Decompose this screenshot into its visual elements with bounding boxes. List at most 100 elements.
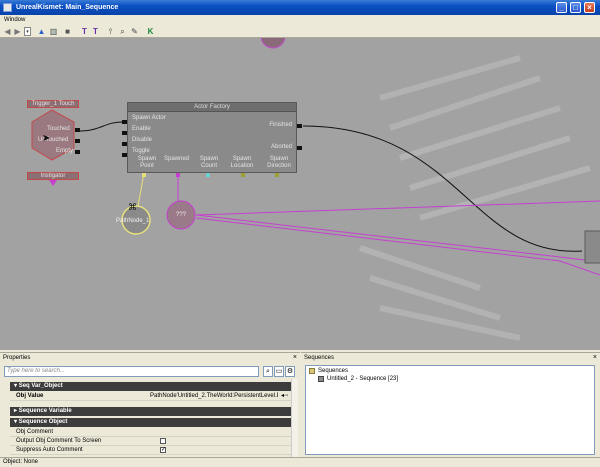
- window-title-bar: UnrealKismet: Main_Sequence _ □ ×: [0, 0, 600, 15]
- sequence-icon: [318, 376, 324, 382]
- sequence-folder-icon: [309, 368, 315, 374]
- obj-comment-row[interactable]: Obj Comment: [10, 428, 291, 437]
- var-spawn-direction: Spawn Direction: [267, 156, 291, 169]
- instigator-pin-icon[interactable]: [49, 180, 57, 186]
- maximize-button[interactable]: □: [570, 2, 581, 13]
- screenshot-icon[interactable]: ■: [63, 27, 72, 36]
- toolbar: ◀ ▶ ▾ ▲ ▥ ■ T T ⫯ ⌕ ✎ K: [0, 25, 600, 38]
- unknown-var-label: ???: [176, 212, 187, 218]
- forward-arrow-icon[interactable]: ▶: [13, 27, 22, 36]
- suppress-comment-checkbox[interactable]: ✓: [160, 447, 166, 453]
- trigger-touched-label: Touched: [47, 126, 70, 132]
- link-spawn-point: [137, 172, 145, 207]
- input-toggle: Toggle: [132, 148, 150, 154]
- search-go-icon[interactable]: ⌕: [263, 366, 273, 377]
- zoom-icon[interactable]: ✎: [130, 27, 139, 36]
- obj-value-buttons-icon[interactable]: ◂◦▫: [281, 392, 288, 400]
- menu-window[interactable]: Window: [4, 17, 25, 23]
- spawn-location-pin[interactable]: [241, 173, 245, 177]
- obj-value-row[interactable]: Obj Value PathNode'Untitled_2.TheWorld:P…: [10, 392, 291, 401]
- graph-links: [31, 38, 600, 341]
- spawn-actor-pin[interactable]: [122, 120, 127, 124]
- spawn-count-pin[interactable]: [206, 173, 210, 177]
- offscreen-node: [260, 38, 286, 49]
- properties-scrollbar[interactable]: [291, 379, 298, 457]
- sequences-title: Sequences: [304, 355, 335, 361]
- pathnode-icon: ⌘: [128, 202, 137, 212]
- back-arrow-icon[interactable]: ◀: [3, 27, 12, 36]
- sequence-root-label: Sequences: [318, 368, 349, 374]
- actor-factory-title: Actor Factory: [128, 103, 296, 112]
- touched-pin[interactable]: [75, 128, 80, 132]
- empty-pin[interactable]: [75, 150, 80, 154]
- obj-value-field[interactable]: PathNode'Untitled_2.TheWorld:PersistentL…: [150, 392, 278, 400]
- menu-bar: Window: [0, 15, 600, 25]
- sequence-root[interactable]: Sequences: [309, 367, 591, 375]
- sequence-item[interactable]: Untitled_2 - Sequence [23]: [318, 375, 591, 383]
- trigger-empty-label: Empty: [56, 148, 74, 154]
- output-comment-checkbox[interactable]: [160, 438, 166, 444]
- input-enable: Enable: [132, 126, 151, 132]
- finished-pin[interactable]: [297, 124, 302, 128]
- suppress-comment-label: Suppress Auto Comment: [16, 447, 83, 453]
- offscreen-right-node: [584, 230, 600, 264]
- properties-panel: Properties × Type here to search... ⌕ ▭ …: [0, 352, 300, 457]
- properties-search-input[interactable]: Type here to search...: [4, 366, 259, 377]
- link-touched: [79, 121, 123, 132]
- link-purple-1: [195, 200, 600, 216]
- sequence-tree: Sequences Untitled_2 - Sequence [23]: [305, 365, 595, 455]
- obj-comment-label: Obj Comment: [16, 429, 54, 435]
- app-icon: [3, 3, 12, 12]
- untouched-pin[interactable]: [75, 139, 80, 143]
- search-options-icon[interactable]: ⚙: [285, 366, 295, 377]
- pathnode-label: PathNode_1: [116, 218, 150, 224]
- properties-close-icon[interactable]: ×: [293, 353, 297, 363]
- var-spawned: Spawned: [164, 156, 190, 162]
- output-aborted: Aborted: [270, 144, 292, 150]
- status-text: Object: None: [3, 459, 39, 465]
- enable-pin[interactable]: [122, 131, 127, 135]
- spawned-pin[interactable]: [176, 173, 180, 177]
- search-icon[interactable]: ⌕: [118, 27, 127, 36]
- window-title: UnrealKismet: Main_Sequence: [16, 4, 119, 11]
- sequences-header: Sequences ×: [301, 353, 600, 363]
- category-sequence-object[interactable]: ▾ Sequence Object: [10, 418, 291, 427]
- actor-factory-node[interactable]: Actor Factory Spawn Actor Enable Disable…: [127, 102, 297, 173]
- text-tool-icon[interactable]: T: [80, 27, 89, 36]
- properties-title: Properties: [3, 355, 31, 361]
- close-button[interactable]: ×: [584, 2, 595, 13]
- kismet-k-icon[interactable]: K: [146, 27, 155, 36]
- category-seq-var-object[interactable]: ▾ Seq Var_Object: [10, 382, 291, 391]
- aborted-pin[interactable]: [297, 146, 302, 150]
- search-clear-icon[interactable]: ▭: [274, 366, 284, 377]
- sequences-panel: Sequences × Sequences Untitled_2 - Seque…: [301, 352, 600, 456]
- properties-header: Properties ×: [0, 353, 300, 363]
- pin-icon[interactable]: ⫯: [106, 27, 115, 36]
- category-label: Sequence Variable: [18, 408, 72, 414]
- var-spawn-point: Spawn Point: [137, 156, 157, 169]
- toggle-pin[interactable]: [122, 153, 127, 157]
- link-purple-2: [195, 214, 600, 263]
- open-sequence-icon[interactable]: ▥: [49, 27, 58, 36]
- text-tool-2-icon[interactable]: T: [91, 27, 100, 36]
- kismet-canvas[interactable]: Trigger_1 Touch Touched UnTouched Empty …: [0, 38, 600, 350]
- spawn-direction-pin[interactable]: [275, 173, 279, 177]
- suppress-comment-row[interactable]: Suppress Auto Comment ✓: [10, 446, 291, 455]
- output-comment-row[interactable]: Output Obj Comment To Screen: [10, 437, 291, 446]
- trigger-title: Trigger_1 Touch: [27, 100, 79, 108]
- category-label: Seq Var_Object: [18, 383, 63, 389]
- disable-pin[interactable]: [122, 142, 127, 146]
- spawn-point-pin[interactable]: [142, 173, 146, 177]
- sequences-close-icon[interactable]: ×: [593, 353, 597, 363]
- dropdown-icon[interactable]: ▾: [24, 27, 31, 36]
- category-sequence-variable[interactable]: ▸ Sequence Variable: [10, 407, 291, 416]
- obj-value-label: Obj Value: [16, 393, 44, 399]
- output-comment-label: Output Obj Comment To Screen: [16, 438, 102, 444]
- mouse-cursor-icon: ➤: [42, 133, 51, 144]
- parent-sequence-icon[interactable]: ▲: [37, 27, 46, 36]
- var-spawn-location: Spawn Location: [230, 156, 254, 169]
- background-logo: [359, 55, 591, 341]
- minimize-button[interactable]: _: [556, 2, 567, 13]
- instigator-label: Instigator: [27, 172, 79, 180]
- var-spawn-count: Spawn Count: [199, 156, 219, 169]
